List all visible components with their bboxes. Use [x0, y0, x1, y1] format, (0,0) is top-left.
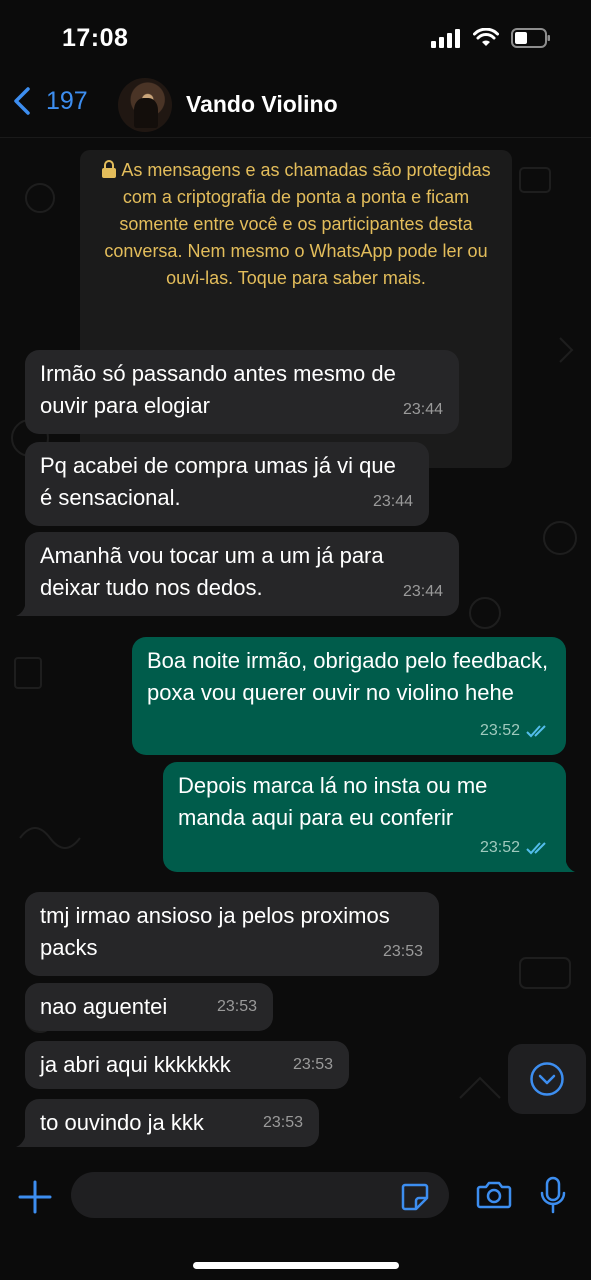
message-bubble-incoming[interactable]: Pq acabei de compra umas já vi que é sen…: [25, 442, 429, 526]
bubble-tail: [557, 854, 575, 872]
message-text: ja abri aqui kkkkkkk: [40, 1052, 231, 1077]
read-receipt-icon: [526, 842, 546, 855]
message-bubble-incoming[interactable]: to ouvindo ja kkk 23:53: [16, 1099, 319, 1147]
home-indicator: [193, 1262, 399, 1269]
battery-icon: [511, 28, 550, 48]
signal-icon: [431, 29, 460, 48]
message-time: 23:52: [480, 715, 550, 747]
message-time: 23:44: [402, 401, 443, 418]
chat-area[interactable]: As mensagens e as chamadas são protegida…: [0, 138, 591, 1160]
unread-count: 197: [46, 86, 88, 115]
message-text: Pq acabei de compra umas já vi que é sen…: [40, 453, 396, 510]
back-button[interactable]: 197: [12, 86, 88, 116]
contact-name[interactable]: Vando Violino: [186, 91, 338, 118]
status-icons: [431, 28, 551, 48]
wifi-icon: [473, 28, 499, 46]
message-bubble-outgoing[interactable]: Boa noite irmão, obrigado pelo feedback,…: [132, 637, 566, 755]
microphone-icon[interactable]: [539, 1176, 567, 1214]
chat-header: 197 Vando Violino: [0, 70, 591, 138]
message-text: Depois marca lá no insta ou me manda aqu…: [178, 773, 488, 830]
bubble-tail: [16, 1129, 34, 1147]
status-bar: 17:08: [0, 0, 591, 70]
message-bubble-incoming[interactable]: Amanhã vou tocar um a um já para deixar …: [16, 532, 459, 616]
message-text: Amanhã vou tocar um a um já para deixar …: [40, 543, 384, 600]
status-time: 17:08: [62, 24, 129, 52]
message-input[interactable]: [71, 1172, 449, 1218]
message-bubble-outgoing[interactable]: Depois marca lá no insta ou me manda aqu…: [163, 762, 575, 872]
message-bubble-incoming[interactable]: Irmão só passando antes mesmo de ouvir p…: [25, 350, 459, 434]
message-time: 23:53: [382, 943, 423, 960]
encryption-notice-text: As mensagens e as chamadas são protegida…: [104, 160, 491, 288]
input-bar: [0, 1160, 591, 1280]
message-time: 23:53: [216, 998, 257, 1015]
bubble-tail: [16, 598, 34, 616]
avatar[interactable]: [118, 78, 172, 132]
sticker-icon[interactable]: [400, 1182, 430, 1212]
message-text: tmj irmao ansioso ja pelos proximos pack…: [40, 903, 390, 960]
plus-icon[interactable]: [16, 1178, 54, 1216]
chevron-left-icon: [14, 87, 30, 115]
message-text: Irmão só passando antes mesmo de ouvir p…: [40, 361, 396, 418]
message-time: 23:52: [480, 832, 550, 864]
message-time: 23:53: [262, 1114, 303, 1131]
chevron-down-circle-icon: [530, 1062, 564, 1096]
message-time: 23:44: [372, 493, 413, 510]
scroll-to-bottom-button[interactable]: [508, 1044, 586, 1114]
message-bubble-incoming[interactable]: tmj irmao ansioso ja pelos proximos pack…: [25, 892, 439, 976]
camera-icon[interactable]: [476, 1180, 512, 1210]
message-bubble-incoming[interactable]: nao aguentei 23:53: [25, 983, 273, 1031]
message-bubble-incoming[interactable]: ja abri aqui kkkkkkk 23:53: [25, 1041, 349, 1089]
message-text: Boa noite irmão, obrigado pelo feedback,…: [147, 648, 549, 705]
lock-icon: [102, 160, 117, 178]
read-receipt-icon: [526, 725, 546, 738]
message-time: 23:44: [402, 583, 443, 600]
message-time: 23:53: [292, 1056, 333, 1073]
